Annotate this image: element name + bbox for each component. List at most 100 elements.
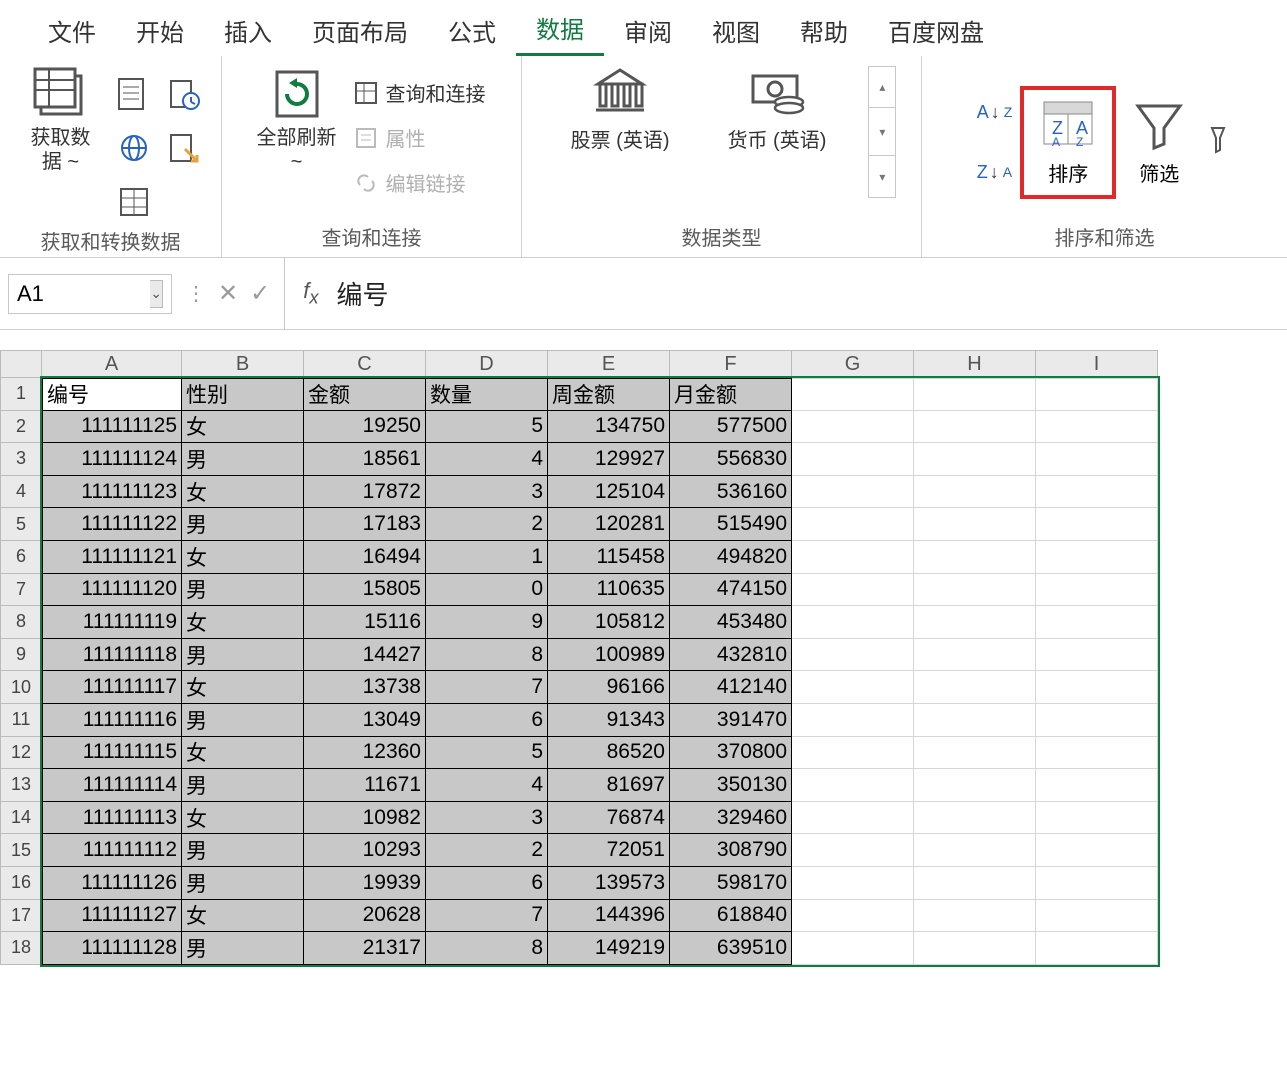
cell[interactable]: 女 bbox=[182, 541, 304, 574]
row-header[interactable]: 9 bbox=[0, 639, 42, 672]
cell[interactable]: 11671 bbox=[304, 769, 426, 802]
row-header[interactable]: 6 bbox=[0, 541, 42, 574]
cell[interactable]: 111111127 bbox=[42, 900, 182, 933]
cell[interactable]: 周金额 bbox=[548, 378, 670, 411]
cell[interactable]: 15805 bbox=[304, 574, 426, 607]
cell[interactable]: 139573 bbox=[548, 867, 670, 900]
row-header[interactable]: 13 bbox=[0, 769, 42, 802]
menu-home[interactable]: 开始 bbox=[116, 9, 204, 56]
cell[interactable] bbox=[914, 606, 1036, 639]
cell[interactable]: 女 bbox=[182, 900, 304, 933]
row-header[interactable]: 10 bbox=[0, 671, 42, 704]
cell[interactable]: 76874 bbox=[548, 802, 670, 835]
cell[interactable]: 男 bbox=[182, 704, 304, 737]
cell[interactable]: 18561 bbox=[304, 443, 426, 476]
cell[interactable]: 91343 bbox=[548, 704, 670, 737]
cell[interactable] bbox=[1036, 443, 1158, 476]
cell[interactable]: 515490 bbox=[670, 508, 792, 541]
refresh-all-button[interactable]: 全部刷新 ~ bbox=[254, 66, 340, 174]
cell[interactable]: 男 bbox=[182, 443, 304, 476]
cell[interactable] bbox=[792, 639, 914, 672]
cell[interactable] bbox=[1036, 411, 1158, 444]
cell[interactable] bbox=[792, 737, 914, 770]
menu-help[interactable]: 帮助 bbox=[780, 9, 868, 56]
cell[interactable]: 19250 bbox=[304, 411, 426, 444]
cell[interactable]: 110635 bbox=[548, 574, 670, 607]
menu-file[interactable]: 文件 bbox=[28, 9, 116, 56]
cell[interactable] bbox=[792, 476, 914, 509]
cell[interactable]: 111111113 bbox=[42, 802, 182, 835]
cell[interactable]: 5 bbox=[426, 737, 548, 770]
row-header[interactable]: 5 bbox=[0, 508, 42, 541]
cell[interactable]: 13738 bbox=[304, 671, 426, 704]
cell[interactable] bbox=[1036, 476, 1158, 509]
cell[interactable]: 453480 bbox=[670, 606, 792, 639]
cell[interactable]: 598170 bbox=[670, 867, 792, 900]
cell[interactable]: 2 bbox=[426, 834, 548, 867]
cell[interactable]: 120281 bbox=[548, 508, 670, 541]
cell[interactable]: 男 bbox=[182, 932, 304, 965]
cell[interactable]: 男 bbox=[182, 834, 304, 867]
filter-button[interactable]: 筛选 bbox=[1122, 92, 1196, 193]
cell[interactable] bbox=[792, 769, 914, 802]
cell[interactable]: 8 bbox=[426, 639, 548, 672]
cell[interactable]: 111111115 bbox=[42, 737, 182, 770]
cell[interactable]: 432810 bbox=[670, 639, 792, 672]
cell[interactable]: 134750 bbox=[548, 411, 670, 444]
cell[interactable] bbox=[914, 411, 1036, 444]
row-header[interactable]: 17 bbox=[0, 900, 42, 933]
cell[interactable]: 女 bbox=[182, 802, 304, 835]
col-header-E[interactable]: E bbox=[548, 350, 670, 378]
cell[interactable] bbox=[1036, 574, 1158, 607]
cell[interactable] bbox=[1036, 671, 1158, 704]
datatype-spinner[interactable]: ▴▾▾ bbox=[868, 66, 896, 198]
cell[interactable] bbox=[792, 574, 914, 607]
from-table-icon[interactable] bbox=[114, 182, 154, 222]
cancel-icon[interactable]: ✕ bbox=[218, 279, 238, 308]
cell[interactable]: 3 bbox=[426, 802, 548, 835]
cell[interactable]: 14427 bbox=[304, 639, 426, 672]
cell[interactable] bbox=[914, 769, 1036, 802]
cell[interactable] bbox=[792, 411, 914, 444]
cell[interactable]: 男 bbox=[182, 639, 304, 672]
cell[interactable] bbox=[914, 671, 1036, 704]
cell[interactable]: 111111121 bbox=[42, 541, 182, 574]
cell[interactable] bbox=[792, 900, 914, 933]
cell[interactable] bbox=[1036, 606, 1158, 639]
cell[interactable]: 6 bbox=[426, 867, 548, 900]
cell[interactable]: 20628 bbox=[304, 900, 426, 933]
cell[interactable] bbox=[792, 606, 914, 639]
cell[interactable]: 男 bbox=[182, 508, 304, 541]
cell[interactable] bbox=[792, 541, 914, 574]
cell[interactable]: 编号 bbox=[42, 378, 182, 411]
menu-review[interactable]: 审阅 bbox=[604, 9, 692, 56]
cell[interactable] bbox=[1036, 508, 1158, 541]
cell[interactable] bbox=[914, 737, 1036, 770]
cell[interactable]: 男 bbox=[182, 574, 304, 607]
col-header-F[interactable]: F bbox=[670, 350, 792, 378]
cell[interactable] bbox=[1036, 639, 1158, 672]
cell[interactable]: 17872 bbox=[304, 476, 426, 509]
cell[interactable] bbox=[792, 508, 914, 541]
enter-icon[interactable]: ✓ bbox=[250, 279, 270, 308]
cell[interactable] bbox=[792, 802, 914, 835]
cell[interactable] bbox=[914, 802, 1036, 835]
cell[interactable]: 474150 bbox=[670, 574, 792, 607]
col-header-I[interactable]: I bbox=[1036, 350, 1158, 378]
cell[interactable]: 494820 bbox=[670, 541, 792, 574]
row-header[interactable]: 3 bbox=[0, 443, 42, 476]
col-header-A[interactable]: A bbox=[42, 350, 182, 378]
col-header-G[interactable]: G bbox=[792, 350, 914, 378]
row-header[interactable]: 4 bbox=[0, 476, 42, 509]
cell[interactable]: 111111124 bbox=[42, 443, 182, 476]
cell[interactable]: 性别 bbox=[182, 378, 304, 411]
cell[interactable]: 618840 bbox=[670, 900, 792, 933]
formula-input[interactable]: 编号 bbox=[337, 275, 389, 312]
cell[interactable]: 10293 bbox=[304, 834, 426, 867]
cell[interactable]: 4 bbox=[426, 443, 548, 476]
cell[interactable]: 0 bbox=[426, 574, 548, 607]
row-header[interactable]: 1 bbox=[0, 378, 42, 411]
cell[interactable]: 男 bbox=[182, 867, 304, 900]
sort-dialog-button[interactable]: ZAAZ 排序 bbox=[1028, 92, 1108, 193]
cell[interactable] bbox=[1036, 802, 1158, 835]
